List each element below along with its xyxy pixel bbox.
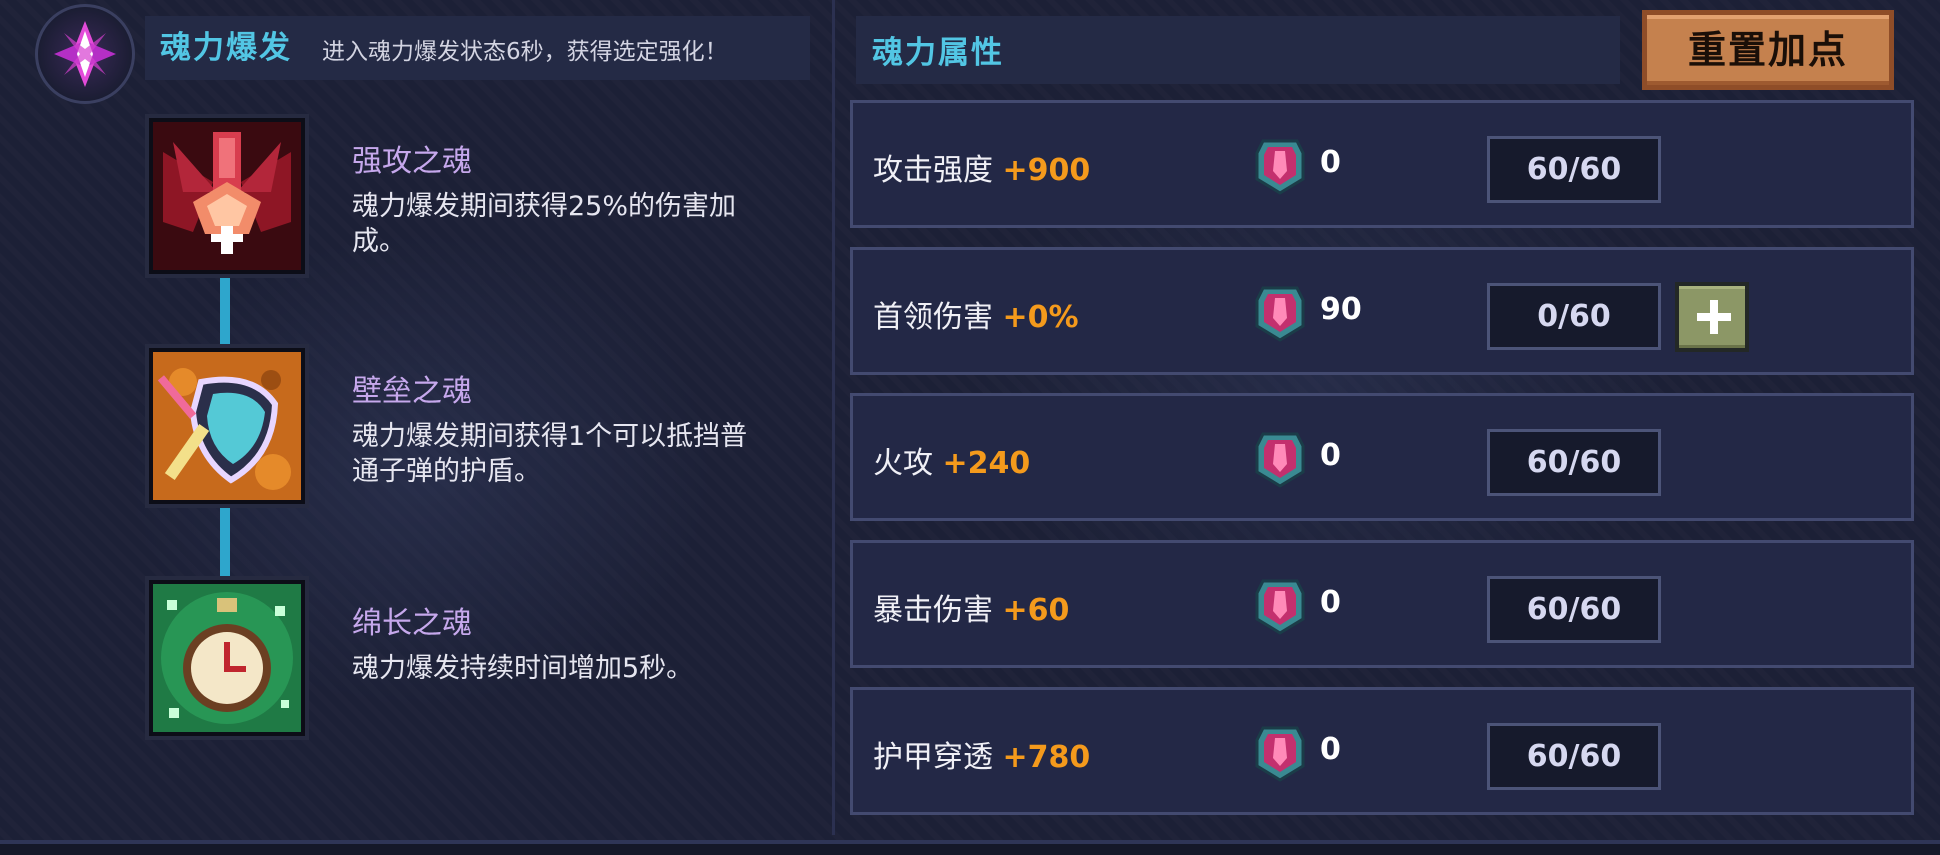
soul-crystal-icon xyxy=(35,4,135,104)
bottom-strip xyxy=(0,844,1940,855)
attribute-level: 0/60 xyxy=(1487,283,1661,350)
attribute-bonus: +60 xyxy=(1002,593,1070,628)
skill-name: 壁垒之魂 xyxy=(352,374,472,409)
shield-sword-icon xyxy=(153,352,301,500)
attribute-bonus: +240 xyxy=(942,446,1031,481)
attribute-cost: 0 xyxy=(1320,438,1341,473)
stopwatch-icon xyxy=(153,584,301,732)
attribute-label: 首领伤害 +0% xyxy=(873,292,1079,336)
soul-gem-icon xyxy=(1255,139,1305,195)
burst-description: 进入魂力爆发状态6秒，获得选定强化！ xyxy=(322,39,728,65)
soul-gem-icon xyxy=(1255,579,1305,635)
attribute-name: 首领伤害 xyxy=(873,300,993,335)
attribute-label: 暴击伤害 +60 xyxy=(873,585,1069,629)
attribute-row: 暴击伤害 +60 0 60/60 xyxy=(850,540,1914,668)
attribute-cost: 0 xyxy=(1320,732,1341,767)
attribute-cost: 0 xyxy=(1320,585,1341,620)
add-point-button[interactable] xyxy=(1675,282,1749,352)
attribute-name: 攻击强度 xyxy=(873,153,993,188)
attribute-level: 60/60 xyxy=(1487,723,1661,790)
attribute-label: 火攻 +240 xyxy=(873,438,1030,482)
skill-icon-frame[interactable] xyxy=(145,114,309,278)
soul-gem-icon xyxy=(1255,726,1305,782)
reset-points-button[interactable]: 重置加点 xyxy=(1642,10,1894,90)
red-fighter-ship-icon xyxy=(153,122,301,270)
skill-name: 绵长之魂 xyxy=(352,606,472,641)
soul-gem-icon xyxy=(1255,432,1305,488)
skill-description-line: 成。 xyxy=(352,226,406,257)
attribute-level: 60/60 xyxy=(1487,136,1661,203)
attribute-bonus: +900 xyxy=(1002,153,1091,188)
attribute-row: 火攻 +240 0 60/60 xyxy=(850,393,1914,521)
attribute-label: 攻击强度 +900 xyxy=(873,145,1090,189)
attribute-name: 暴击伤害 xyxy=(873,593,993,628)
skill-description: 魂力爆发期间获得1个可以抵挡普 通子弹的护盾。 xyxy=(352,419,812,489)
burst-title: 魂力爆发 xyxy=(160,30,292,66)
skill-description-line: 魂力爆发期间获得25%的伤害加 xyxy=(352,191,737,222)
attribute-row: 护甲穿透 +780 0 60/60 xyxy=(850,687,1914,815)
skill-connector xyxy=(220,504,230,576)
attribute-level: 60/60 xyxy=(1487,429,1661,496)
attribute-row: 攻击强度 +900 0 60/60 xyxy=(850,100,1914,228)
attribute-row: 首领伤害 +0% 90 0/60 xyxy=(850,247,1914,375)
attribute-level: 60/60 xyxy=(1487,576,1661,643)
attribute-cost: 90 xyxy=(1320,292,1362,327)
skill-connector xyxy=(220,272,230,344)
attribute-name: 护甲穿透 xyxy=(873,740,993,775)
attribute-bonus: +0% xyxy=(1002,300,1079,335)
skill-icon-frame[interactable] xyxy=(145,344,309,508)
skill-description: 魂力爆发持续时间增加5秒。 xyxy=(352,651,812,686)
attributes-title: 魂力属性 xyxy=(872,35,1004,71)
skill-description-line: 通子弹的护盾。 xyxy=(352,456,541,487)
attribute-label: 护甲穿透 +780 xyxy=(873,732,1090,776)
skill-name: 强攻之魂 xyxy=(352,144,472,179)
panel-divider xyxy=(832,0,835,835)
skill-description-line: 魂力爆发期间获得1个可以抵挡普 xyxy=(352,421,748,452)
skill-description: 魂力爆发期间获得25%的伤害加 成。 xyxy=(352,189,812,259)
skill-icon-frame[interactable] xyxy=(145,576,309,740)
attribute-name: 火攻 xyxy=(873,446,933,481)
soul-gem-icon xyxy=(1255,286,1305,342)
skill-description-line: 魂力爆发持续时间增加5秒。 xyxy=(352,653,694,684)
attribute-bonus: +780 xyxy=(1002,740,1091,775)
attribute-cost: 0 xyxy=(1320,145,1341,180)
